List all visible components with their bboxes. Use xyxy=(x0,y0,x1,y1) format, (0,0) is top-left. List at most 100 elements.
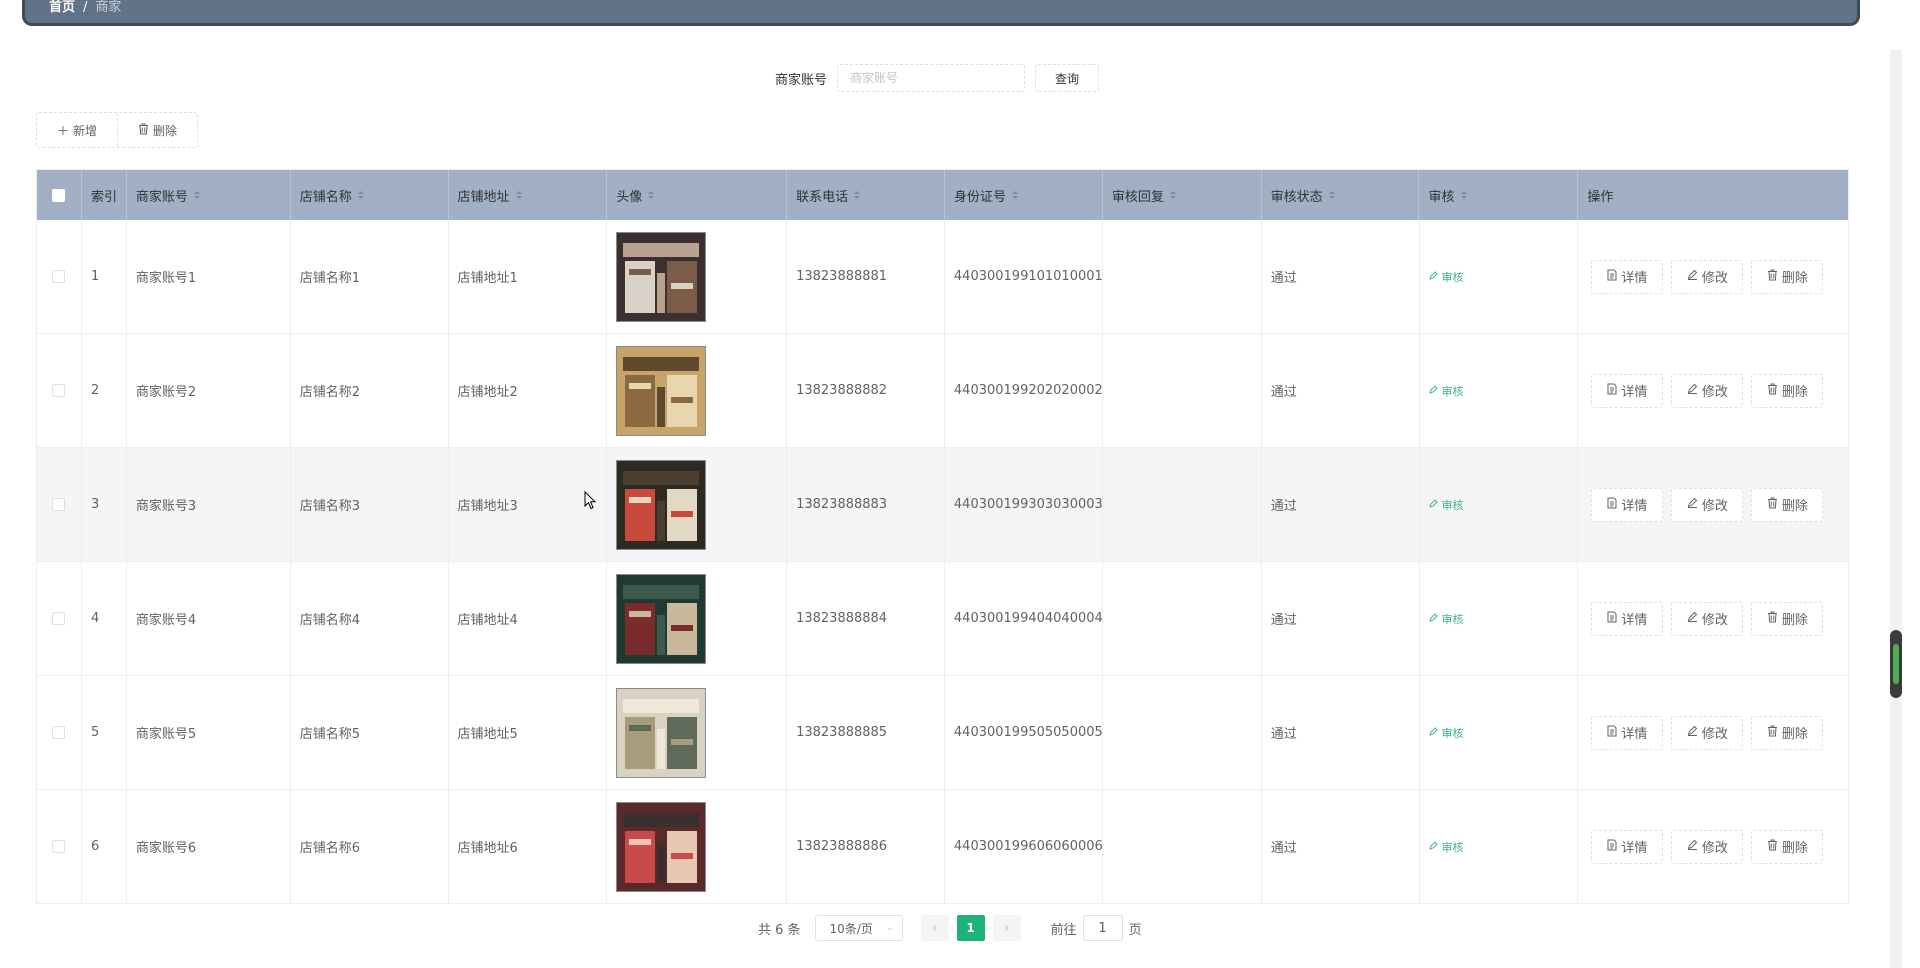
edit-button-label: 修改 xyxy=(1701,727,1728,742)
header-phone[interactable]: 联系电话 xyxy=(787,170,945,220)
next-page-button[interactable]: › xyxy=(992,915,1021,941)
prev-page-button[interactable]: ‹ xyxy=(920,915,949,941)
sort-icon[interactable] xyxy=(1169,191,1176,199)
table-row: 6 商家账号6 店铺名称6 店铺地址6 13823888886 4403001996060… xyxy=(37,790,1848,904)
search-input[interactable] xyxy=(837,64,1026,92)
trash-icon xyxy=(1767,269,1778,285)
avatar-image[interactable] xyxy=(616,459,707,550)
sort-icon[interactable] xyxy=(648,191,655,199)
sort-icon[interactable] xyxy=(357,191,364,199)
pencil-icon xyxy=(1428,498,1438,511)
pencil-icon xyxy=(1687,839,1698,854)
cell-shop-name: 店铺名称6 xyxy=(291,790,449,903)
header-account[interactable]: 商家账号 xyxy=(127,170,291,220)
header-audit[interactable]: 审核 xyxy=(1419,170,1579,220)
row-checkbox[interactable] xyxy=(52,270,66,283)
header-id-card[interactable]: 身份证号 xyxy=(945,170,1103,220)
header-label: 身份证号 xyxy=(954,189,1007,205)
breadcrumb-home[interactable]: 首页 xyxy=(49,0,75,15)
audit-link-label: 审核 xyxy=(1441,726,1464,740)
detail-button-label: 详情 xyxy=(1621,499,1648,514)
delete-button[interactable]: 删除 xyxy=(1751,487,1824,522)
query-button[interactable]: 查询 xyxy=(1035,64,1100,92)
header-avatar[interactable]: 头像 xyxy=(607,170,788,220)
detail-button[interactable]: 详情 xyxy=(1591,715,1664,750)
edit-button[interactable]: 修改 xyxy=(1671,487,1744,522)
header-shop-address[interactable]: 店铺地址 xyxy=(449,170,608,220)
delete-button[interactable]: 删除 xyxy=(1751,259,1824,294)
delete-button[interactable]: 删除 xyxy=(1751,829,1824,864)
row-select-cell xyxy=(37,220,82,333)
edit-button[interactable]: 修改 xyxy=(1671,715,1744,750)
header-shop-name[interactable]: 店铺名称 xyxy=(291,170,449,220)
cell-index: 3 xyxy=(82,448,127,561)
goto-page-input[interactable] xyxy=(1082,915,1123,941)
audit-link[interactable]: 审核 xyxy=(1428,497,1464,513)
cell-phone: 13823888884 xyxy=(787,562,945,675)
cell-id-card: 440300199404040004 xyxy=(945,562,1103,675)
toolbar: ＋ 新增 删除 xyxy=(36,112,199,148)
row-checkbox[interactable] xyxy=(52,840,66,853)
header-audit-reply[interactable]: 审核回复 xyxy=(1103,170,1262,220)
sort-icon[interactable] xyxy=(193,191,200,199)
delete-button[interactable]: 删除 xyxy=(1751,373,1824,408)
row-checkbox[interactable] xyxy=(52,726,66,739)
cell-shop-name: 店铺名称3 xyxy=(291,448,449,561)
sort-icon[interactable] xyxy=(1012,191,1019,199)
detail-button-label: 详情 xyxy=(1621,385,1648,400)
detail-button[interactable]: 详情 xyxy=(1591,601,1664,636)
sort-icon[interactable] xyxy=(1460,191,1467,199)
cell-index: 4 xyxy=(82,562,127,675)
chevron-down-icon: ⌄ xyxy=(886,923,894,933)
detail-button[interactable]: 详情 xyxy=(1591,259,1664,294)
page-number-current[interactable]: 1 xyxy=(956,915,985,941)
edit-button[interactable]: 修改 xyxy=(1671,373,1744,408)
cell-audit-reply xyxy=(1103,562,1262,675)
audit-link[interactable]: 审核 xyxy=(1428,383,1464,399)
edit-button[interactable]: 修改 xyxy=(1671,829,1744,864)
select-all-checkbox[interactable] xyxy=(52,188,66,202)
delete-button[interactable]: 删除 xyxy=(1751,601,1824,636)
cell-audit-status: 通过 xyxy=(1262,334,1420,447)
trash-icon xyxy=(1767,611,1778,627)
delete-button-label: 删除 xyxy=(1781,499,1808,514)
sort-icon[interactable] xyxy=(515,191,522,199)
sort-icon[interactable] xyxy=(1328,191,1335,199)
page-size-select[interactable]: 10条/页 ⌄ xyxy=(814,915,903,941)
cell-avatar xyxy=(607,790,788,903)
audit-link[interactable]: 审核 xyxy=(1428,611,1464,627)
header-audit-status[interactable]: 审核状态 xyxy=(1262,170,1420,220)
cell-phone: 13823888882 xyxy=(787,334,945,447)
cell-phone: 13823888886 xyxy=(787,790,945,903)
sort-icon[interactable] xyxy=(854,191,861,199)
audit-link[interactable]: 审核 xyxy=(1428,725,1464,741)
edit-button[interactable]: 修改 xyxy=(1671,601,1744,636)
edit-button[interactable]: 修改 xyxy=(1671,259,1744,294)
scrollbar-thumb[interactable] xyxy=(1890,630,1902,698)
avatar-image[interactable] xyxy=(616,801,707,892)
audit-link-label: 审核 xyxy=(1441,612,1464,626)
delete-button[interactable]: 删除 xyxy=(1751,715,1824,750)
detail-button[interactable]: 详情 xyxy=(1591,487,1664,522)
cell-audit-status: 通过 xyxy=(1262,220,1420,333)
table-row: 4 商家账号4 店铺名称4 店铺地址4 13823888884 4403001994040… xyxy=(37,562,1848,676)
avatar-image[interactable] xyxy=(616,231,707,322)
avatar-image[interactable] xyxy=(616,687,707,778)
add-button[interactable]: ＋ 新增 xyxy=(37,113,118,147)
cell-actions: 详情 修改 删除 xyxy=(1578,220,1848,333)
cell-avatar xyxy=(607,334,788,447)
vertical-scrollbar[interactable] xyxy=(1890,50,1902,968)
audit-link[interactable]: 审核 xyxy=(1428,269,1464,285)
header-label: 操作 xyxy=(1587,189,1614,205)
row-checkbox[interactable] xyxy=(52,384,66,397)
avatar-image[interactable] xyxy=(616,573,707,664)
cell-actions: 详情 修改 删除 xyxy=(1578,676,1848,789)
audit-link[interactable]: 审核 xyxy=(1428,839,1464,855)
detail-button[interactable]: 详情 xyxy=(1591,373,1664,408)
batch-delete-button[interactable]: 删除 xyxy=(117,113,198,147)
row-checkbox[interactable] xyxy=(52,498,66,511)
detail-button[interactable]: 详情 xyxy=(1591,829,1664,864)
cell-id-card: 440300199505050005 xyxy=(945,676,1103,789)
avatar-image[interactable] xyxy=(616,345,707,436)
row-checkbox[interactable] xyxy=(52,612,66,625)
